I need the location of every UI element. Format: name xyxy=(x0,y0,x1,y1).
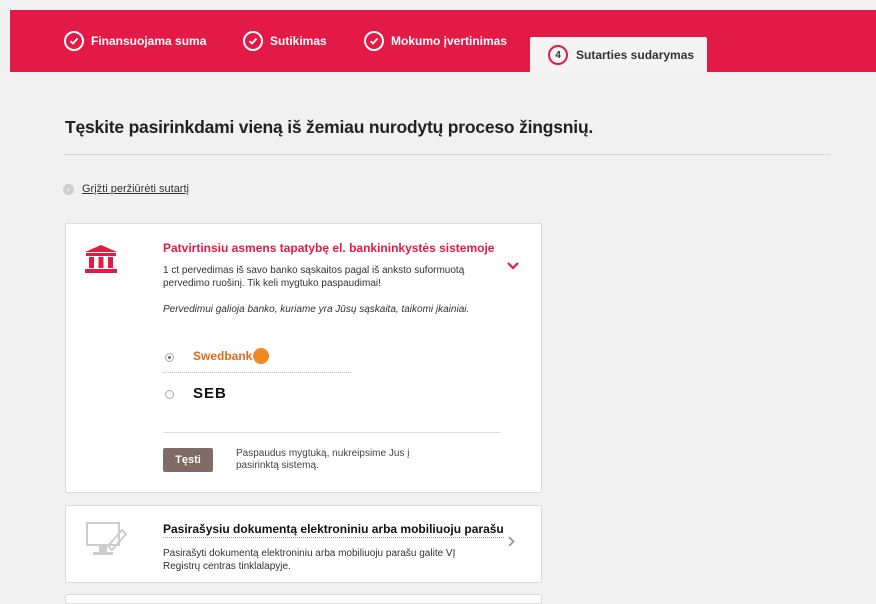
check-icon xyxy=(364,31,384,51)
option-description: Pasirašyti dokumentą elektroniniu arba m… xyxy=(163,548,456,572)
page-title: Tęskite pasirinkdami vieną iš žemiau nur… xyxy=(65,117,594,137)
step-mokumo-ivertinimas[interactable]: Mokumo įvertinimas xyxy=(364,31,507,51)
monitor-icon xyxy=(84,520,128,565)
bank-name: Swedbank xyxy=(193,349,253,363)
bank-icon xyxy=(84,244,118,279)
check-icon xyxy=(64,31,84,51)
step-sutikimas[interactable]: Sutikimas xyxy=(243,31,327,51)
option-title: Pasirašysiu dokumentą elektroniniu arba … xyxy=(163,522,504,538)
back-link-label: Grįžti peržiūrėti sutartį xyxy=(82,183,189,195)
option-note: Pervedimui galioja banko, kuriame yra Jū… xyxy=(163,304,470,315)
check-icon xyxy=(243,31,263,51)
option-card[interactable] xyxy=(65,594,542,604)
back-link[interactable]: ‹ Grįžti peržiūrėti sutartį xyxy=(63,183,189,195)
radio-swedbank[interactable] xyxy=(165,353,174,362)
swedbank-logo: Swedbank xyxy=(193,348,270,364)
step-label: Mokumo įvertinimas xyxy=(391,34,508,48)
step-finansuojama-suma[interactable]: Finansuojama suma xyxy=(64,31,206,51)
chevron-right-icon[interactable] xyxy=(508,536,515,550)
bank-verification-card[interactable]: Patvirtinsiu asmens tapatybę el. bankini… xyxy=(65,223,542,493)
divider xyxy=(163,372,351,373)
e-signature-card[interactable]: Pasirašysiu dokumentą elektroniniu arba … xyxy=(65,505,542,583)
swedbank-sun-icon xyxy=(253,348,270,364)
chevron-down-icon[interactable] xyxy=(507,257,519,273)
radio-seb[interactable] xyxy=(165,390,174,399)
step-label: Finansuojama suma xyxy=(91,34,207,48)
step-label: Sutikimas xyxy=(270,34,327,48)
back-arrow-icon: ‹ xyxy=(63,183,74,195)
step-label: Sutarties sudarymas xyxy=(576,48,695,62)
step-number: 4 xyxy=(548,45,568,65)
continue-button[interactable]: Tęsti xyxy=(163,448,213,472)
seb-logo: SEB xyxy=(193,385,227,402)
step-sutarties-sudarymas[interactable]: 4 Sutarties sudarymas xyxy=(530,37,707,73)
button-help-text: Paspaudus mygtuką, nukreipsime Jus į pas… xyxy=(236,448,410,471)
option-description: 1 ct pervedimas iš savo banko sąskaitos … xyxy=(163,265,465,289)
divider xyxy=(65,154,830,155)
divider xyxy=(163,432,501,433)
option-title: Patvirtinsiu asmens tapatybę el. bankini… xyxy=(163,241,495,255)
